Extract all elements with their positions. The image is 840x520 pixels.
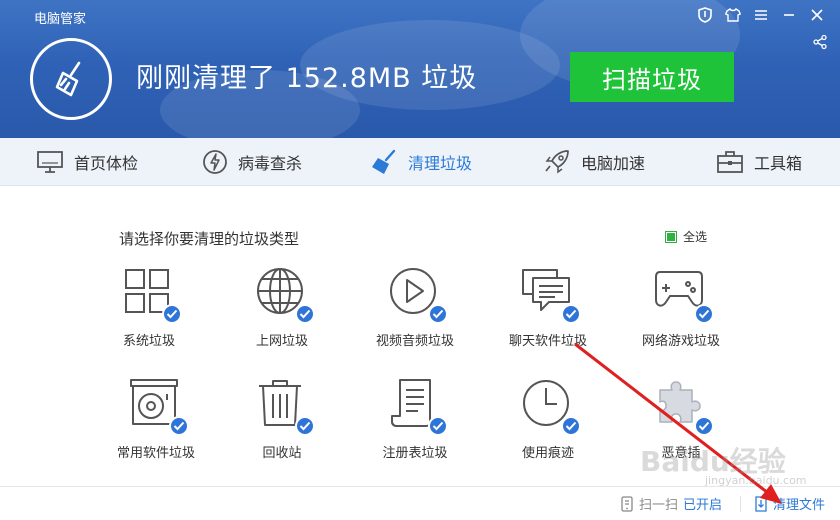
category-label: 系统垃圾 — [122, 334, 175, 349]
tab-label: 工具箱 — [754, 154, 803, 173]
checkmark-icon — [162, 304, 182, 324]
category-media-junk[interactable]: 视频音频垃圾 — [355, 264, 475, 349]
category-label: 使用痕迹 — [521, 446, 574, 461]
category-internet-junk[interactable]: 上网垃圾 — [222, 264, 342, 349]
category-label: 上网垃圾 — [255, 334, 308, 349]
category-usage-traces[interactable]: 使用痕迹 — [488, 376, 608, 461]
minimize-icon[interactable] — [780, 6, 798, 24]
tab-home-checkup[interactable]: 首页体检 — [36, 138, 138, 186]
main-tab-bar: 首页体检 病毒查杀 清理垃圾 电脑加速 工具箱 — [0, 138, 840, 186]
category-label: 常用软件垃圾 — [116, 446, 195, 461]
tab-clean-junk[interactable]: 清理垃圾 — [370, 138, 472, 186]
category-recycle-bin[interactable]: 回收站 — [222, 376, 342, 461]
tab-label: 病毒查杀 — [238, 154, 303, 173]
menu-icon[interactable] — [752, 6, 770, 24]
scan-junk-button[interactable]: 扫描垃圾 — [570, 52, 734, 102]
tab-label: 电脑加速 — [581, 154, 646, 173]
lightning-icon — [203, 150, 227, 174]
select-all-label: 全选 — [683, 230, 708, 244]
checkmark-icon — [169, 416, 189, 436]
tab-toolbox[interactable]: 工具箱 — [716, 138, 802, 186]
category-game-junk[interactable]: 网络游戏垃圾 — [621, 264, 741, 349]
select-all-checkbox[interactable]: 全选 — [665, 228, 707, 245]
window-controls — [696, 6, 826, 24]
broom-logo-icon — [30, 38, 112, 120]
phone-scan-icon — [621, 495, 633, 512]
category-system-junk[interactable]: 系统垃圾 — [89, 264, 209, 349]
close-icon[interactable] — [808, 6, 826, 24]
category-label: 恶意插 — [661, 446, 701, 461]
checkmark-icon — [561, 416, 581, 436]
shield-icon[interactable] — [696, 6, 714, 24]
checkmark-icon — [295, 304, 315, 324]
category-registry-junk[interactable]: 注册表垃圾 — [355, 376, 475, 461]
scan-status: 已开启 — [683, 498, 723, 513]
clean-files-button[interactable]: 清理文件 — [754, 494, 825, 513]
clean-files-label: 清理文件 — [773, 498, 826, 513]
checkmark-icon — [428, 416, 448, 436]
broom-icon — [372, 149, 396, 174]
monitor-icon — [37, 151, 63, 173]
tab-speed-up[interactable]: 电脑加速 — [543, 138, 645, 186]
header-banner: 电脑管家 刚刚清理了 152.8MB 垃圾 扫描垃圾 — [0, 0, 840, 138]
cleaned-headline: 刚刚清理了 152.8MB 垃圾 — [136, 63, 478, 94]
checkmark-icon — [561, 304, 581, 324]
category-chat-junk[interactable]: 聊天软件垃圾 — [488, 264, 608, 349]
category-label: 网络游戏垃圾 — [641, 334, 720, 349]
checkbox-icon — [665, 230, 677, 243]
shirt-skin-icon[interactable] — [724, 6, 742, 24]
junk-type-prompt: 请选择你要清理的垃圾类型 — [119, 230, 300, 248]
footer-divider — [740, 496, 741, 512]
download-file-icon — [755, 495, 767, 512]
scan-label: 扫一扫 — [639, 498, 679, 513]
category-malicious-plugins[interactable]: 恶意插 — [621, 376, 741, 461]
category-label: 视频音频垃圾 — [375, 334, 454, 349]
share-icon[interactable] — [812, 34, 830, 52]
checkmark-icon — [694, 416, 714, 436]
checkmark-icon — [428, 304, 448, 324]
app-title: 电脑管家 — [34, 12, 87, 27]
checkmark-icon — [295, 416, 315, 436]
category-software-junk[interactable]: 常用软件垃圾 — [96, 376, 216, 461]
checkmark-icon — [694, 304, 714, 324]
scan-qr-toggle[interactable]: 扫一扫 已开启 — [620, 494, 722, 513]
footer-bar: 扫一扫 已开启 清理文件 — [0, 486, 840, 520]
category-label: 聊天软件垃圾 — [508, 334, 587, 349]
tab-virus-scan[interactable]: 病毒查杀 — [202, 138, 302, 186]
tab-label: 清理垃圾 — [408, 154, 473, 173]
toolbox-icon — [717, 151, 743, 173]
tab-label: 首页体检 — [74, 154, 139, 173]
category-label: 注册表垃圾 — [382, 446, 448, 461]
rocket-icon — [545, 150, 569, 174]
category-label: 回收站 — [262, 446, 302, 461]
